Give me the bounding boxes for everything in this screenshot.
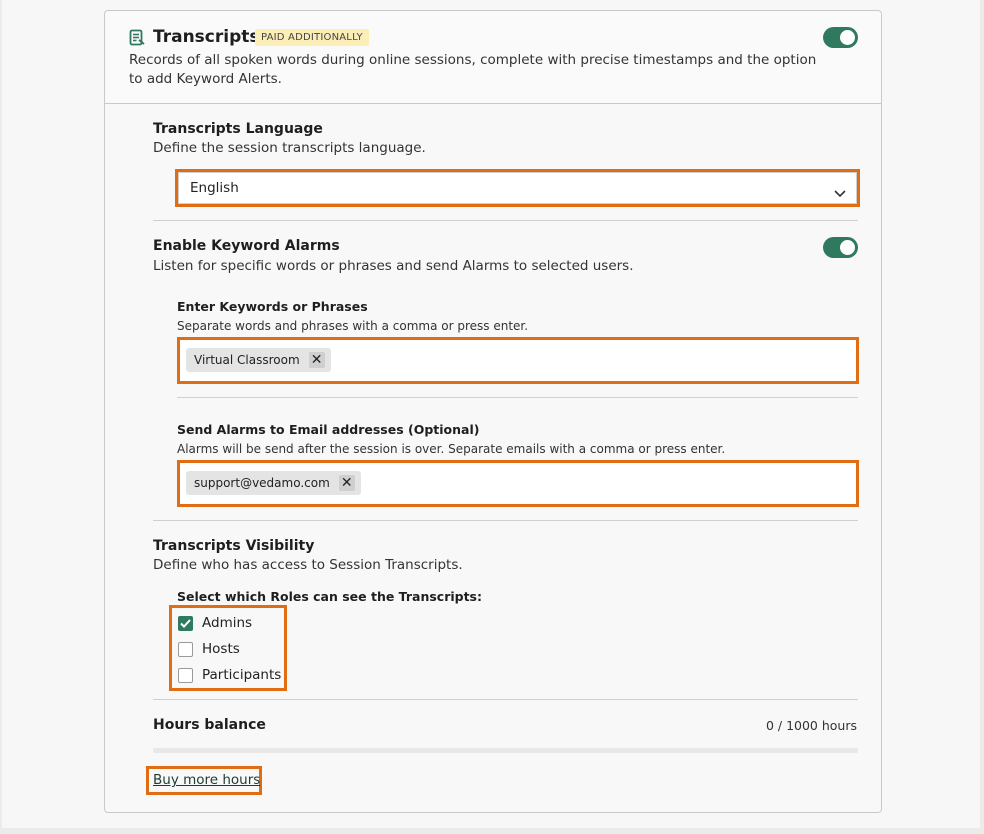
keyword-alarms-toggle[interactable] <box>823 237 858 258</box>
divider <box>177 397 858 398</box>
role-admins[interactable]: Admins <box>178 610 281 636</box>
divider <box>153 520 858 521</box>
remove-chip-icon[interactable]: ✕ <box>338 475 355 491</box>
keyword-chip: Virtual Classroom ✕ <box>186 348 331 372</box>
hours-progress-bar <box>153 748 858 753</box>
roles-checkbox-group: Admins Hosts Participants <box>169 605 287 691</box>
checkbox-unchecked-icon[interactable] <box>178 641 193 657</box>
language-description: Define the session transcripts language. <box>153 140 426 156</box>
role-label: Admins <box>202 615 253 631</box>
visibility-description: Define who has access to Session Transcr… <box>153 557 463 573</box>
settings-page: Transcripts PAID ADDITIONALLY Records of… <box>2 0 980 828</box>
checkbox-checked-icon[interactable] <box>178 615 193 631</box>
keyword-chip-label: Virtual Classroom <box>194 353 300 367</box>
language-select[interactable]: English <box>178 172 857 204</box>
email-chip-label: support@vedamo.com <box>194 476 330 490</box>
role-label: Participants <box>202 667 282 683</box>
language-selected-value: English <box>190 180 239 196</box>
paid-badge: PAID ADDITIONALLY <box>255 29 369 46</box>
remove-chip-icon[interactable]: ✕ <box>308 352 325 368</box>
role-label: Hosts <box>202 641 240 657</box>
transcripts-toggle[interactable] <box>823 27 858 48</box>
email-chip: support@vedamo.com ✕ <box>186 471 361 495</box>
emails-input[interactable]: support@vedamo.com ✕ <box>177 460 859 507</box>
roles-label: Select which Roles can see the Transcrip… <box>177 589 482 604</box>
hours-title: Hours balance <box>153 717 266 733</box>
language-title: Transcripts Language <box>153 121 323 137</box>
keywords-label: Enter Keywords or Phrases <box>177 299 368 314</box>
emails-label: Send Alarms to Email addresses (Optional… <box>177 422 480 437</box>
keyword-alarms-description: Listen for specific words or phrases and… <box>153 258 634 274</box>
checkbox-unchecked-icon[interactable] <box>178 667 193 683</box>
divider <box>153 220 858 221</box>
role-participants[interactable]: Participants <box>178 662 281 688</box>
language-select-highlight: English <box>175 169 860 207</box>
role-hosts[interactable]: Hosts <box>178 636 281 662</box>
toggle-knob <box>840 240 855 255</box>
card-description: Records of all spoken words during onlin… <box>129 52 817 87</box>
chevron-down-icon <box>834 183 846 202</box>
toggle-knob <box>840 30 855 45</box>
transcripts-card: Transcripts PAID ADDITIONALLY Records of… <box>104 10 882 813</box>
buy-hours-highlight: Buy more hours <box>146 766 262 795</box>
keywords-input[interactable]: Virtual Classroom ✕ <box>177 337 859 384</box>
card-title: Transcripts <box>153 27 260 47</box>
divider <box>153 699 858 700</box>
hours-value: 0 / 1000 hours <box>765 718 857 733</box>
keyword-alarms-title: Enable Keyword Alarms <box>153 238 340 254</box>
card-header: Transcripts PAID ADDITIONALLY Records of… <box>105 11 881 104</box>
emails-hint: Alarms will be send after the session is… <box>177 442 726 456</box>
visibility-title: Transcripts Visibility <box>153 538 315 554</box>
keywords-hint: Separate words and phrases with a comma … <box>177 319 529 333</box>
transcript-icon <box>129 29 145 46</box>
buy-more-hours-link[interactable]: Buy more hours <box>153 772 260 788</box>
